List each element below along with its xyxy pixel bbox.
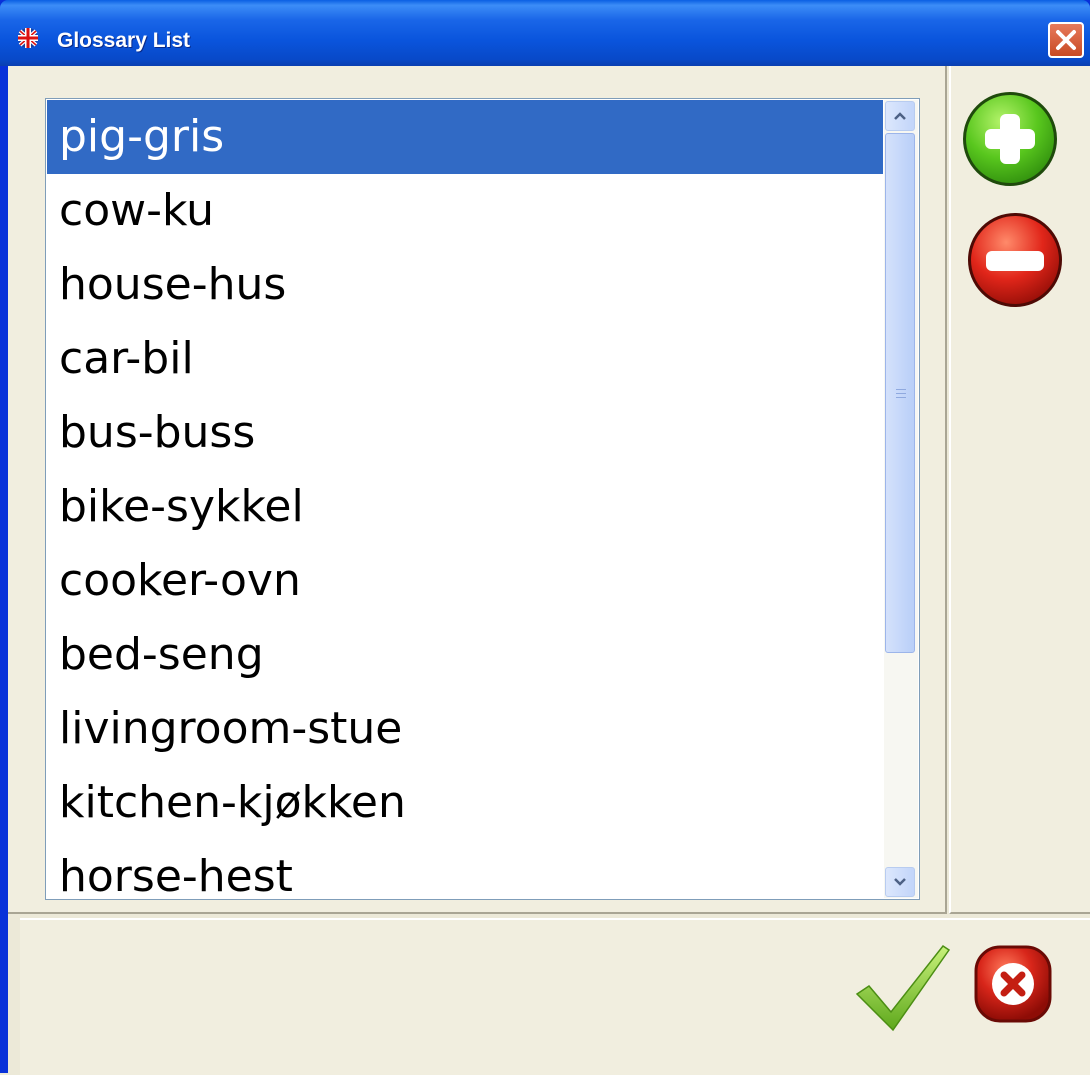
- scroll-up-button[interactable]: [885, 101, 915, 131]
- grip-icon: [896, 393, 906, 394]
- list-item[interactable]: bike-sykkel: [47, 470, 883, 544]
- list-item[interactable]: car-bil: [47, 322, 883, 396]
- x-circle-icon: [974, 945, 1052, 1023]
- grip-icon: [896, 397, 906, 398]
- grip-icon: [896, 389, 906, 390]
- add-button[interactable]: [963, 92, 1057, 186]
- list-item[interactable]: pig-gris: [47, 100, 883, 174]
- scroll-down-button[interactable]: [885, 867, 915, 897]
- ok-button[interactable]: [855, 942, 951, 1034]
- list-item[interactable]: bed-seng: [47, 618, 883, 692]
- chevron-down-icon: [894, 878, 906, 886]
- vertical-scrollbar[interactable]: [884, 100, 918, 898]
- close-icon: [1056, 30, 1076, 50]
- glossary-items: pig-gris cow-ku house-hus car-bil bus-bu…: [47, 100, 883, 899]
- list-item[interactable]: cow-ku: [47, 174, 883, 248]
- window-title: Glossary List: [57, 29, 191, 52]
- cancel-button[interactable]: [973, 944, 1053, 1024]
- title-bar[interactable]: Glossary List: [0, 0, 1090, 66]
- list-item[interactable]: kitchen-kjøkken: [47, 766, 883, 840]
- chevron-up-icon: [894, 112, 906, 120]
- list-item[interactable]: house-hus: [47, 248, 883, 322]
- list-item[interactable]: cooker-ovn: [47, 544, 883, 618]
- list-panel: pig-gris cow-ku house-hus car-bil bus-bu…: [8, 66, 947, 914]
- uk-flag-icon: [18, 28, 38, 48]
- window-client-area: pig-gris cow-ku house-hus car-bil bus-bu…: [8, 66, 1090, 1075]
- action-panel: [949, 66, 1090, 914]
- scroll-thumb[interactable]: [885, 133, 915, 653]
- glossary-listbox[interactable]: pig-gris cow-ku house-hus car-bil bus-bu…: [45, 98, 920, 900]
- list-item[interactable]: horse-hest: [47, 840, 883, 899]
- list-item[interactable]: bus-buss: [47, 396, 883, 470]
- glossary-window: Glossary List pig-gris cow-ku house-hus …: [0, 0, 1090, 1075]
- list-item[interactable]: livingroom-stue: [47, 692, 883, 766]
- remove-button[interactable]: [968, 213, 1062, 307]
- checkmark-icon: [855, 944, 951, 1032]
- close-button[interactable]: [1048, 22, 1084, 58]
